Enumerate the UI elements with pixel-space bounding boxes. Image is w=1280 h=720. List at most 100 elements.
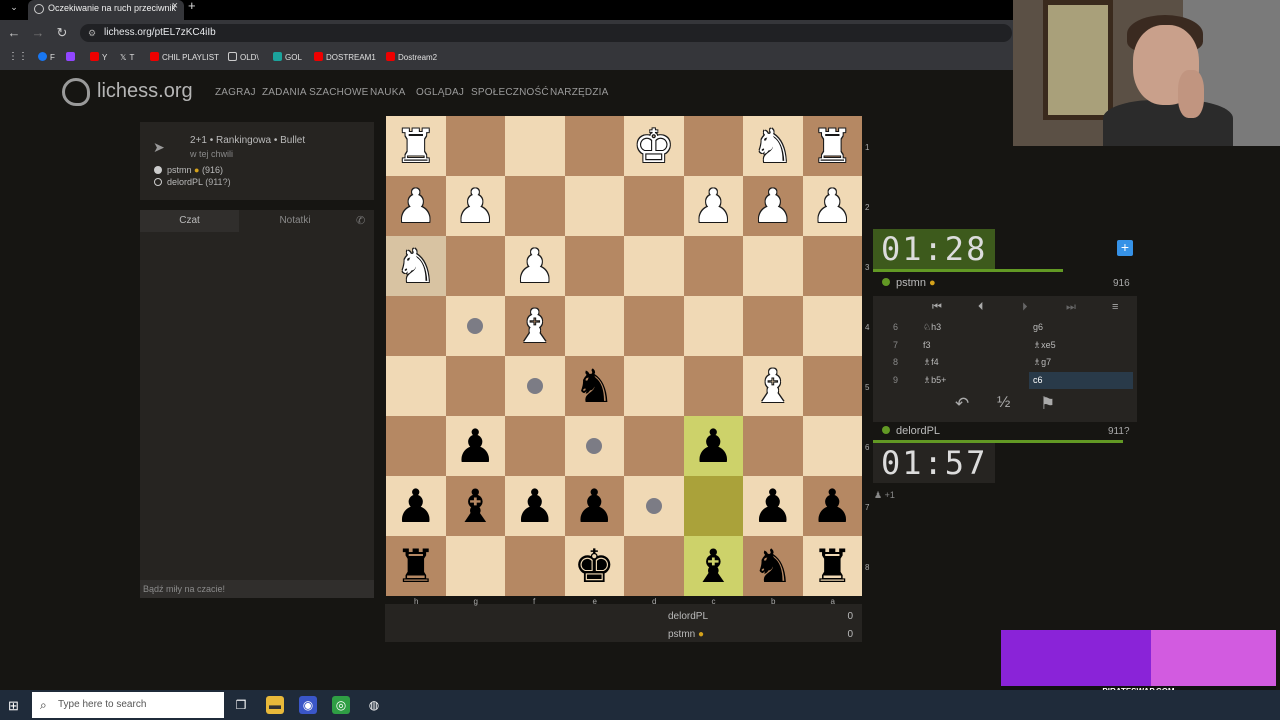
chess-piece[interactable]: ♟ [693,183,734,229]
chess-piece[interactable]: ♞ [752,543,793,589]
board-square[interactable] [564,236,624,296]
nav-tools[interactable]: NARZĘDZIA [550,87,608,98]
chess-piece[interactable]: ♟ [395,183,436,229]
site-logo-text[interactable]: lichess.org [97,80,193,103]
nav-watch[interactable]: OGLĄDAJ [416,87,464,98]
board-square[interactable] [386,296,446,356]
board-square[interactable]: ♞ [743,536,803,596]
board-square[interactable] [564,116,624,176]
bookmark-chil-playlist[interactable]: CHIL PLAYLIST [150,52,219,64]
board-square[interactable] [624,296,684,356]
chess-piece[interactable]: ♝ [693,543,734,589]
site-info-icon[interactable]: ⚙ [88,24,96,42]
info-white-player[interactable]: pstmn ● (916) [154,165,223,175]
board-square[interactable] [683,476,743,536]
board-square[interactable] [624,416,684,476]
move-hint-dot[interactable] [586,438,603,454]
chess-piece[interactable]: ♚ [574,543,615,589]
move-white[interactable]: ♗b5+ [923,372,946,389]
chess-piece[interactable]: ♞ [395,243,436,289]
board-square[interactable]: ♝ [505,296,565,356]
board-square[interactable] [802,356,862,416]
board-square[interactable] [445,536,505,596]
board-square[interactable]: ♟ [743,176,803,236]
chess-piece[interactable]: ♟ [514,243,555,289]
nav-learn[interactable]: NAUKA [370,87,405,98]
chess-piece[interactable]: ♟ [395,483,436,529]
bookmark-twitch[interactable] [66,52,78,64]
move-hint-dot[interactable] [526,378,543,394]
board-square[interactable] [743,236,803,296]
close-tab-icon[interactable]: × [172,0,178,12]
menu-icon[interactable]: ≡ [1112,301,1118,313]
next-move-icon[interactable]: ⏵ [1022,301,1028,314]
reload-icon[interactable]: ↻ [52,23,72,43]
board-square[interactable]: ♟ [445,416,505,476]
move-white[interactable]: ♘h3 [923,319,941,336]
chess-piece[interactable]: ♚ [633,123,674,169]
board-square[interactable]: ♚ [564,536,624,596]
chess-piece[interactable]: ♞ [574,363,615,409]
chat-input[interactable]: Bądź miły na czacie! [140,580,374,598]
board-square[interactable]: ♟ [802,176,862,236]
board-square[interactable] [624,356,684,416]
top-player-name[interactable]: pstmn ● [882,277,936,289]
board-square[interactable]: ♟ [564,476,624,536]
bookmark-folder-old[interactable]: OLD\ [228,52,259,64]
nav-play[interactable]: ZAGRAJ [215,87,256,98]
chess-piece[interactable]: ♟ [752,483,793,529]
board-square[interactable] [564,176,624,236]
move-black[interactable]: ♗g7 [1029,354,1133,371]
chess-board[interactable]: ♜ ♚ ♞ ♜ ♟ ♟ ♟ ♟ ♟ ♞ ♟ ♝ ♞ ♝ ♟ ♟ ♟ ♝ ♟ ♟ ♟ ♟ ♜ ♚ ♝ ♞ ♜ [386,116,862,596]
board-square[interactable] [505,536,565,596]
board-square[interactable] [624,176,684,236]
board-square[interactable] [683,236,743,296]
move-black-current[interactable]: c6 [1029,372,1133,389]
bookmark-dostream1[interactable]: DOSTREAM1 [314,52,376,64]
board-square[interactable]: ♟ [386,176,446,236]
board-square[interactable]: ♟ [445,176,505,236]
address-bar[interactable]: ⚙ lichess.org/ptEL7zKC4iIb [80,24,1012,42]
chess-piece[interactable]: ♟ [514,483,555,529]
move-black[interactable]: g6 [1029,319,1133,336]
board-square[interactable]: ♝ [683,536,743,596]
nav-puzzles[interactable]: ZADANIA SZACHOWE [262,87,369,98]
lichess-logo-icon[interactable] [62,78,90,106]
board-square[interactable] [505,116,565,176]
board-square[interactable]: ♝ [445,476,505,536]
board-square[interactable]: ♜ [802,536,862,596]
chess-piece[interactable]: ♟ [693,423,734,469]
chess-piece[interactable]: ♟ [455,423,496,469]
board-square[interactable] [445,356,505,416]
chess-piece[interactable]: ♜ [395,123,436,169]
board-square[interactable] [624,536,684,596]
apps-grid-icon[interactable]: ⋮⋮ [8,51,28,63]
board-square[interactable] [386,356,446,416]
obs-icon[interactable]: ◍ [365,696,383,714]
bookmark-youtube[interactable]: Y [90,52,107,64]
chess-piece[interactable]: ♟ [455,183,496,229]
board-square[interactable] [505,176,565,236]
board-square[interactable] [802,236,862,296]
move-hint-dot[interactable] [467,318,484,334]
tab-notes[interactable]: Notatki [240,210,350,232]
chess-piece[interactable]: ♜ [812,123,853,169]
chess-piece[interactable]: ♟ [812,183,853,229]
offer-draw-icon[interactable]: ½ [997,394,1010,412]
prev-move-icon[interactable]: ⏴ [978,301,984,314]
board-square[interactable] [445,236,505,296]
app-icon[interactable]: ◉ [299,696,317,714]
takeback-icon[interactable]: ↶ [955,394,969,414]
add-time-icon[interactable]: + [1117,240,1133,256]
nav-community[interactable]: SPOŁECZNOŚĆ [471,87,549,98]
board-square[interactable] [564,416,624,476]
board-square[interactable]: ♞ [386,236,446,296]
back-icon[interactable]: ← [4,23,24,43]
board-square[interactable]: ♟ [743,476,803,536]
info-black-player[interactable]: delordPL (911?) [154,177,231,187]
board-square[interactable] [445,116,505,176]
phone-icon[interactable]: ✆ [356,214,365,227]
move-hint-dot[interactable] [645,498,662,514]
board-square[interactable]: ♚ [624,116,684,176]
browser-tab[interactable]: Oczekiwanie na ruch przeciwnik × [28,0,184,20]
